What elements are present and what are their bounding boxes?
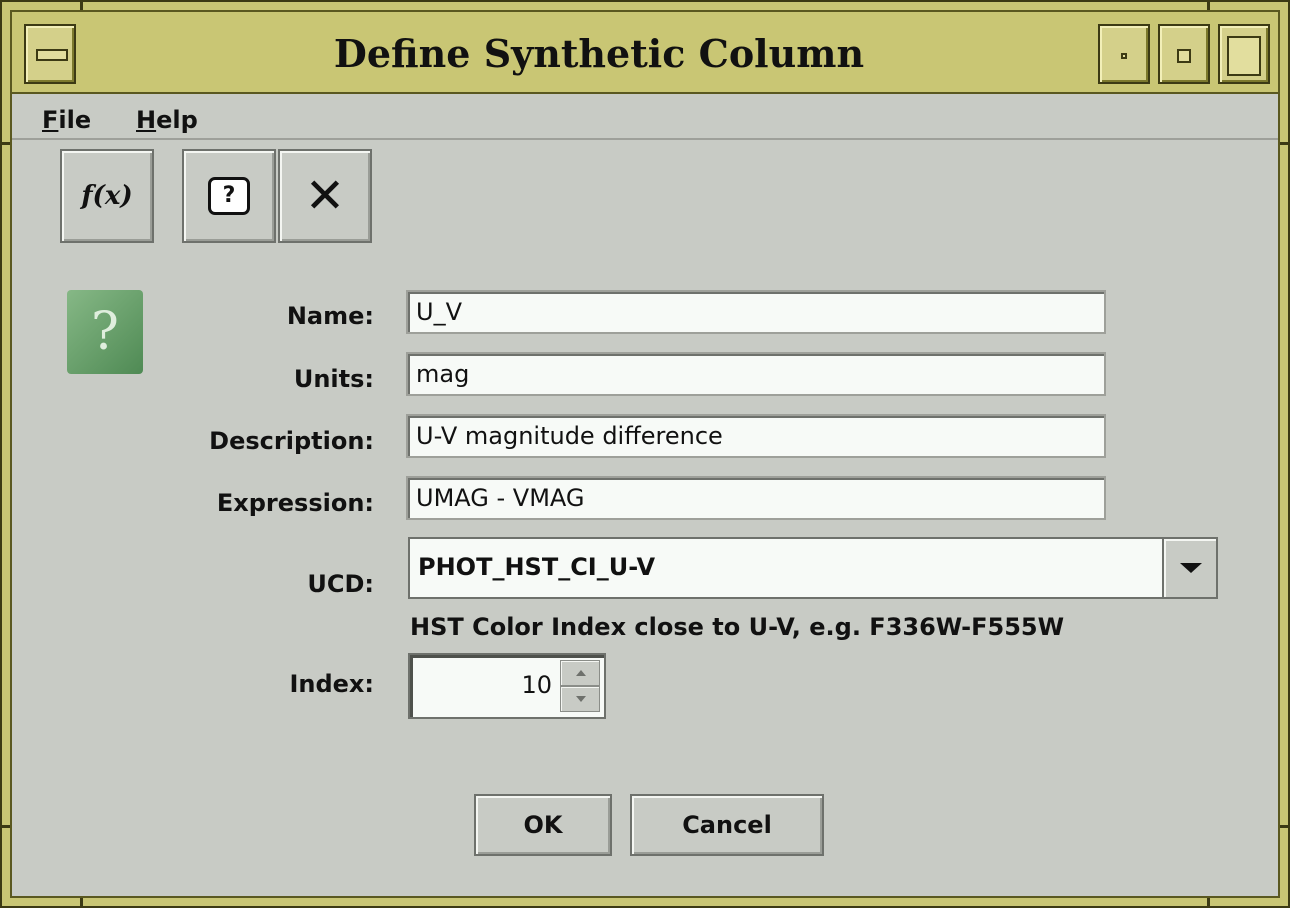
cancel-button-label: Cancel	[682, 811, 772, 839]
menu-file-label: ile	[58, 106, 92, 134]
close-icon: ✕	[304, 168, 346, 224]
name-label: Name:	[286, 302, 374, 330]
cancel-button[interactable]: Cancel	[630, 794, 824, 856]
window-menu-button[interactable]	[24, 24, 76, 84]
menu-help-mnemonic: H	[136, 106, 157, 134]
ok-button-label: OK	[523, 811, 563, 839]
arrow-down-icon	[576, 696, 586, 702]
description-input[interactable]	[406, 414, 1106, 458]
menu-file[interactable]: File	[42, 106, 91, 134]
fullscreen-icon	[1227, 36, 1261, 76]
ucd-description: HST Color Index close to U-V, e.g. F336W…	[410, 613, 1065, 641]
index-label: Index:	[289, 670, 374, 698]
name-input[interactable]	[406, 290, 1106, 334]
index-value: 10	[521, 671, 552, 699]
fullscreen-button[interactable]	[1218, 24, 1270, 84]
ucd-dropdown-button[interactable]	[1162, 539, 1216, 597]
ucd-label: UCD:	[307, 570, 374, 598]
chevron-down-icon	[1180, 563, 1202, 573]
ucd-selected-value: PHOT_HST_CI_U-V	[418, 553, 656, 581]
close-button[interactable]: ✕	[278, 149, 372, 243]
title-bar[interactable]: Define Synthetic Column	[12, 12, 1278, 94]
menu-file-mnemonic: F	[42, 106, 59, 134]
units-input[interactable]	[406, 352, 1106, 396]
window-menu-icon	[36, 49, 68, 61]
add-function-button[interactable]: f(x)	[60, 149, 154, 243]
index-decrement-button[interactable]	[560, 686, 600, 712]
help-icon: ?	[208, 177, 250, 215]
window-title: Define Synthetic Column	[333, 31, 865, 76]
index-increment-button[interactable]	[560, 660, 600, 686]
help-icon-glyph: ?	[222, 183, 236, 208]
menu-help-label: elp	[156, 106, 198, 134]
window-content: Define Synthetic Column File Help f(x) ?…	[10, 10, 1280, 898]
ucd-combobox[interactable]: PHOT_HST_CI_U-V	[408, 537, 1218, 599]
expression-label: Expression:	[216, 489, 374, 517]
description-label: Description:	[209, 427, 374, 455]
restore-icon	[1177, 49, 1191, 63]
units-label: Units:	[293, 365, 374, 393]
question-icon: ?	[67, 290, 143, 374]
expression-input[interactable]	[406, 476, 1106, 520]
question-icon-glyph: ?	[91, 302, 119, 362]
index-spinner[interactable]: 10	[408, 653, 606, 719]
menu-bar: File Help	[12, 94, 1278, 140]
function-icon: f(x)	[81, 181, 133, 211]
maximize-button[interactable]	[1158, 24, 1210, 84]
menu-help[interactable]: Help	[136, 106, 198, 134]
arrow-up-icon	[576, 670, 586, 676]
minimize-button[interactable]	[1098, 24, 1150, 84]
help-button[interactable]: ?	[182, 149, 276, 243]
ok-button[interactable]: OK	[474, 794, 612, 856]
minimize-icon	[1121, 53, 1127, 59]
window-frame: Define Synthetic Column File Help f(x) ?…	[0, 0, 1290, 908]
